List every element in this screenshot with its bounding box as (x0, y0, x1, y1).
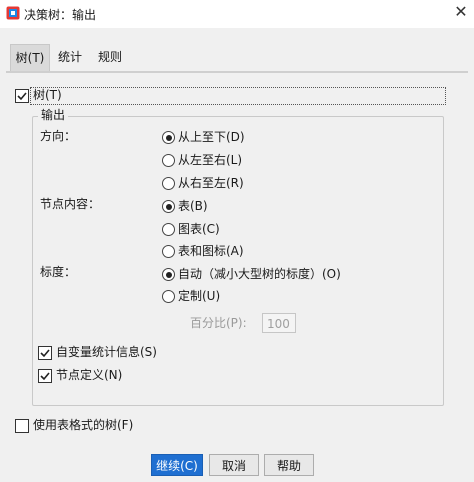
percent-input[interactable]: 100 (262, 313, 296, 333)
tree-checkbox[interactable] (15, 89, 29, 103)
node-definition-checkbox[interactable] (38, 369, 52, 383)
scale-auto-radio[interactable] (162, 268, 175, 281)
node-content-table-and-chart-label[interactable]: 表和图标(A) (178, 243, 244, 259)
tree-checkbox-label[interactable]: 树(T) (33, 87, 62, 103)
percent-label: 百分比(P): (190, 316, 247, 330)
app-icon (6, 6, 20, 20)
tab-statistics[interactable]: 统计 (52, 44, 88, 70)
table-format-tree-checkbox[interactable] (15, 419, 29, 433)
node-content-table-label[interactable]: 表(B) (178, 198, 208, 214)
independent-variable-statistics-checkbox[interactable] (38, 346, 52, 360)
node-content-label: 节点内容： (40, 197, 101, 211)
tab-tree[interactable]: 树(T) (10, 44, 50, 71)
title-bar: 决策树：输出 ✕ (0, 0, 474, 28)
direction-left-right-label[interactable]: 从左至右(L) (178, 152, 242, 168)
direction-right-left-label[interactable]: 从右至左(R) (178, 175, 244, 191)
close-icon[interactable]: ✕ (452, 2, 470, 22)
output-group-title: 输出 (38, 107, 69, 123)
scale-custom-label[interactable]: 定制(U) (178, 288, 220, 304)
direction-right-left-radio[interactable] (162, 177, 175, 190)
node-content-chart-radio[interactable] (162, 223, 175, 236)
help-button[interactable]: 帮助 (264, 454, 314, 476)
independent-variable-statistics-label[interactable]: 自变量统计信息(S) (56, 344, 157, 360)
tree-checkbox-focus (30, 87, 446, 105)
direction-top-down-radio[interactable] (162, 131, 175, 144)
table-format-tree-label[interactable]: 使用表格式的树(F) (33, 417, 133, 433)
node-content-table-radio[interactable] (162, 200, 175, 213)
scale-custom-radio[interactable] (162, 290, 175, 303)
tab-panel-divider (6, 71, 468, 73)
direction-label: 方向： (40, 129, 77, 143)
scale-auto-label[interactable]: 自动（减小大型树的标度）(O) (178, 266, 341, 282)
scale-label: 标度： (40, 265, 77, 279)
direction-top-down-label[interactable]: 从上至下(D) (178, 129, 245, 145)
node-content-chart-label[interactable]: 图表(C) (178, 221, 220, 237)
continue-button[interactable]: 继续(C) (151, 454, 203, 476)
node-content-table-and-chart-radio[interactable] (162, 245, 175, 258)
window-title: 决策树：输出 (24, 8, 97, 22)
node-definition-label[interactable]: 节点定义(N) (56, 367, 122, 383)
cancel-button[interactable]: 取消 (209, 454, 259, 476)
tab-rules[interactable]: 规则 (92, 44, 128, 70)
direction-left-right-radio[interactable] (162, 154, 175, 167)
